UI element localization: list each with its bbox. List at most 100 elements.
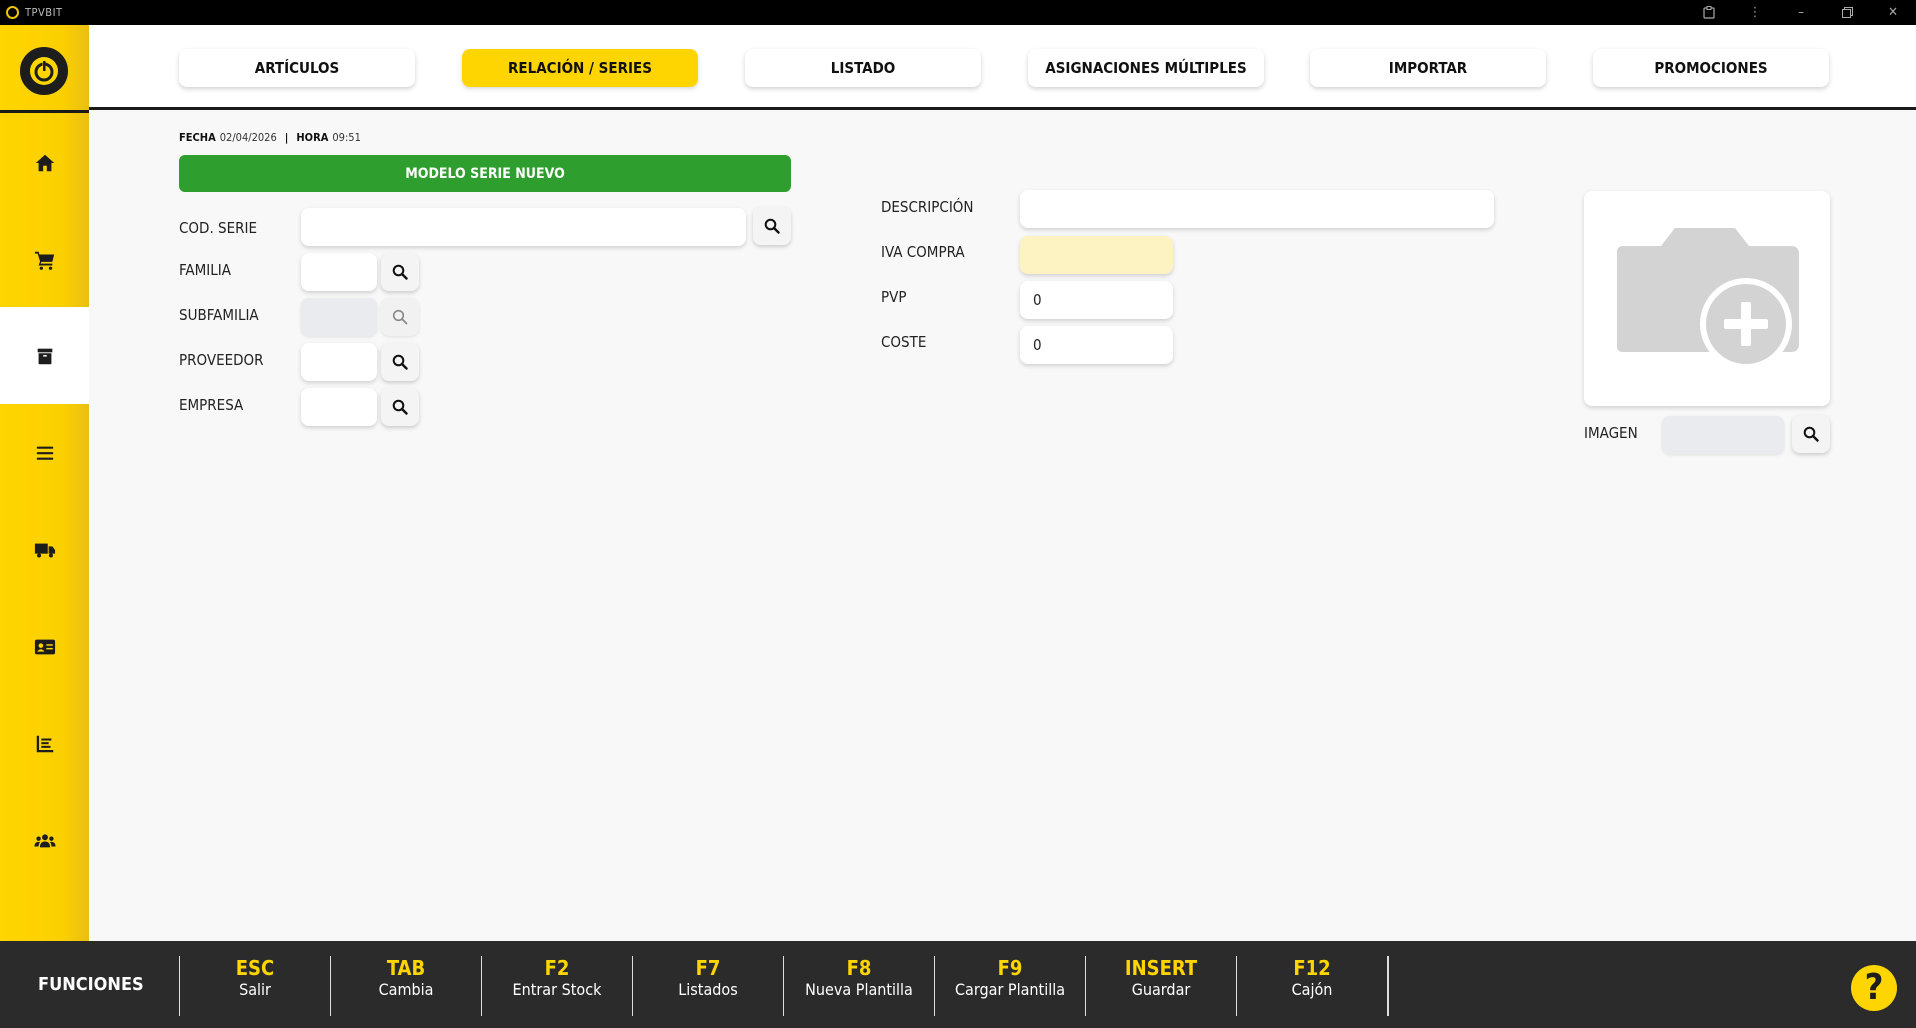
new-series-model-button[interactable]: MODELO SERIE NUEVO bbox=[179, 155, 791, 192]
subfamilia-label: SUBFAMILIA bbox=[179, 306, 259, 324]
sidebar-item-cart[interactable] bbox=[0, 211, 89, 308]
sidebar-item-reports[interactable] bbox=[0, 695, 89, 792]
window-title: TPVBIT bbox=[25, 6, 63, 19]
image-preview[interactable] bbox=[1584, 191, 1830, 406]
function-desc: Entrar Stock bbox=[512, 980, 602, 999]
empresa-label: EMPRESA bbox=[179, 396, 244, 414]
function-desc: Guardar bbox=[1131, 980, 1191, 999]
sidebar-item-home[interactable] bbox=[0, 114, 89, 211]
function-key: F9 bbox=[997, 956, 1023, 980]
cart-icon bbox=[34, 251, 54, 270]
tab-listado[interactable]: LISTADO bbox=[745, 49, 981, 87]
empresa-input[interactable] bbox=[301, 388, 377, 426]
id-card-icon bbox=[34, 639, 55, 654]
power-button[interactable] bbox=[20, 47, 68, 95]
tab-importar[interactable]: IMPORTAR bbox=[1310, 49, 1546, 87]
search-icon bbox=[392, 399, 408, 415]
sidebar bbox=[0, 25, 89, 941]
function-key-f2[interactable]: F2 Entrar Stock bbox=[481, 956, 632, 1016]
coste-input[interactable] bbox=[1020, 326, 1173, 364]
sidebar-item-users[interactable] bbox=[0, 792, 89, 889]
function-key-f7[interactable]: F7 Listados bbox=[632, 956, 783, 1016]
iva-compra-label: IVA COMPRA bbox=[881, 243, 965, 261]
tab-articulos[interactable]: ARTÍCULOS bbox=[179, 49, 415, 87]
functions-title: FUNCIONES bbox=[38, 974, 144, 995]
date-time-info: FECHA 02/04/2026 | HORA 09:51 bbox=[179, 131, 361, 144]
tab-promociones[interactable]: PROMOCIONES bbox=[1593, 49, 1829, 87]
function-key: ESC bbox=[235, 956, 275, 980]
iva-compra-input[interactable] bbox=[1020, 236, 1173, 274]
users-icon bbox=[33, 833, 56, 847]
home-icon bbox=[35, 154, 54, 171]
subfamilia-input bbox=[301, 298, 377, 336]
search-icon bbox=[392, 309, 408, 325]
datetime-separator: | bbox=[284, 131, 289, 144]
pvp-label: PVP bbox=[881, 288, 907, 306]
extensions-icon[interactable] bbox=[1686, 0, 1732, 25]
pvp-input[interactable] bbox=[1020, 281, 1173, 319]
sidebar-item-articles[interactable] bbox=[0, 307, 89, 404]
cod-serie-label: COD. SERIE bbox=[179, 219, 257, 237]
close-button[interactable]: ✕ bbox=[1870, 0, 1916, 25]
hora-value: 09:51 bbox=[332, 131, 361, 144]
cod-serie-search-button[interactable] bbox=[753, 207, 791, 245]
search-icon bbox=[1803, 426, 1819, 442]
sidebar-item-clients[interactable] bbox=[0, 598, 89, 695]
empresa-search-button[interactable] bbox=[381, 388, 419, 426]
function-desc: Salir bbox=[239, 980, 271, 999]
search-icon bbox=[392, 354, 408, 370]
function-key-f8[interactable]: F8 Nueva Plantilla bbox=[783, 956, 934, 1016]
descripcion-label: DESCRIPCIÓN bbox=[881, 198, 974, 216]
restore-button[interactable] bbox=[1824, 0, 1870, 25]
proveedor-label: PROVEEDOR bbox=[179, 351, 264, 369]
hora-label: HORA bbox=[296, 131, 329, 144]
more-options-icon[interactable]: ⋮ bbox=[1732, 0, 1778, 25]
camera-add-icon bbox=[1617, 227, 1799, 370]
function-key: TAB bbox=[386, 956, 426, 980]
function-desc: Cambia bbox=[378, 980, 434, 999]
function-key-f9[interactable]: F9 Cargar Plantilla bbox=[934, 956, 1085, 1016]
familia-label: FAMILIA bbox=[179, 261, 231, 279]
function-key: F12 bbox=[1293, 956, 1331, 980]
proveedor-search-button[interactable] bbox=[381, 343, 419, 381]
minimize-button[interactable]: – bbox=[1778, 0, 1824, 25]
descripcion-input[interactable] bbox=[1020, 190, 1494, 228]
title-bar: TPVBIT ⋮ – ✕ bbox=[0, 0, 1916, 25]
fecha-label: FECHA bbox=[179, 131, 216, 144]
search-icon bbox=[764, 218, 780, 234]
proveedor-input[interactable] bbox=[301, 343, 377, 381]
function-key-tab[interactable]: TAB Cambia bbox=[330, 956, 481, 1016]
power-icon bbox=[30, 57, 58, 85]
function-key-f12[interactable]: F12 Cajón bbox=[1236, 956, 1387, 1016]
function-bar-divider bbox=[1387, 956, 1389, 1016]
function-bar: FUNCIONES ESC Salir TAB Cambia F2 Entrar… bbox=[0, 941, 1916, 1028]
sidebar-divider bbox=[0, 110, 89, 113]
chart-icon bbox=[36, 735, 53, 752]
imagen-input bbox=[1662, 416, 1784, 454]
box-icon bbox=[37, 348, 52, 364]
top-tab-bar: ARTÍCULOS RELACIÓN / SERIES LISTADO ASIG… bbox=[89, 25, 1916, 110]
truck-icon bbox=[34, 543, 55, 558]
cod-serie-input[interactable] bbox=[301, 208, 746, 246]
coste-label: COSTE bbox=[881, 333, 927, 351]
help-button[interactable]: ? bbox=[1851, 965, 1897, 1011]
function-key-insert[interactable]: INSERT Guardar bbox=[1085, 956, 1236, 1016]
sidebar-item-list[interactable] bbox=[0, 404, 89, 501]
familia-search-button[interactable] bbox=[381, 253, 419, 291]
function-key: F2 bbox=[544, 956, 570, 980]
familia-input[interactable] bbox=[301, 253, 377, 291]
imagen-label: IMAGEN bbox=[1584, 424, 1638, 442]
app-logo-icon bbox=[6, 6, 19, 19]
tab-relacion-series[interactable]: RELACIÓN / SERIES bbox=[462, 49, 698, 87]
subfamilia-search-button bbox=[381, 298, 419, 336]
sidebar-item-delivery[interactable] bbox=[0, 501, 89, 598]
function-desc: Listados bbox=[678, 980, 738, 999]
function-key: F8 bbox=[846, 956, 872, 980]
list-icon bbox=[36, 446, 53, 460]
search-icon bbox=[392, 264, 408, 280]
imagen-search-button[interactable] bbox=[1792, 415, 1830, 453]
function-key-esc[interactable]: ESC Salir bbox=[179, 956, 330, 1016]
function-desc: Cajón bbox=[1291, 980, 1333, 999]
function-key: F7 bbox=[695, 956, 721, 980]
tab-asignaciones-multiples[interactable]: ASIGNACIONES MÚLTIPLES bbox=[1028, 49, 1264, 87]
